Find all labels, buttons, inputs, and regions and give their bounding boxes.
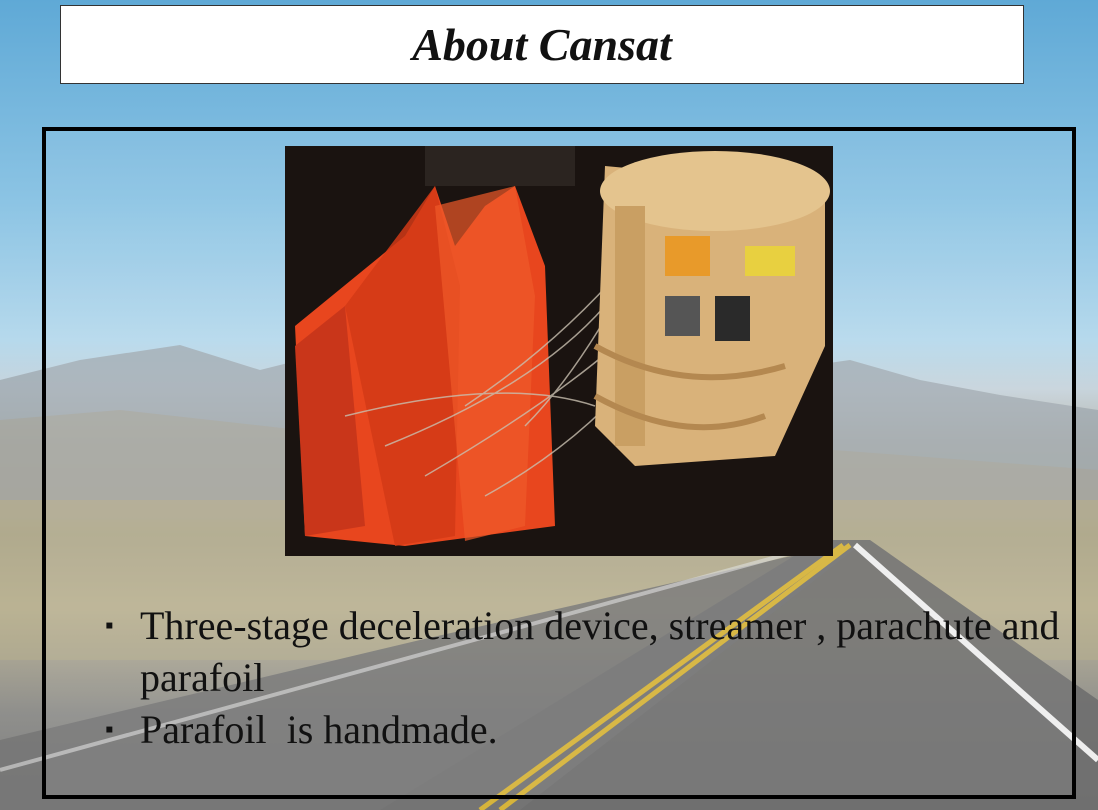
bullet-text: Three-stage deceleration device, streame… — [140, 603, 1060, 700]
bullet-list: ▪ Three-stage deceleration device, strea… — [105, 600, 1065, 756]
bullet-text: Parafoil is handmade. — [140, 707, 498, 752]
slide-title: About Cansat — [412, 19, 672, 70]
bullet-marker: ▪ — [105, 717, 114, 743]
cansat-photo — [285, 146, 833, 556]
cansat-illustration — [285, 146, 833, 556]
list-item: ▪ Parafoil is handmade. — [105, 704, 1065, 756]
title-box: About Cansat — [60, 5, 1024, 84]
list-item: ▪ Three-stage deceleration device, strea… — [105, 600, 1065, 704]
bullet-marker: ▪ — [105, 613, 114, 639]
